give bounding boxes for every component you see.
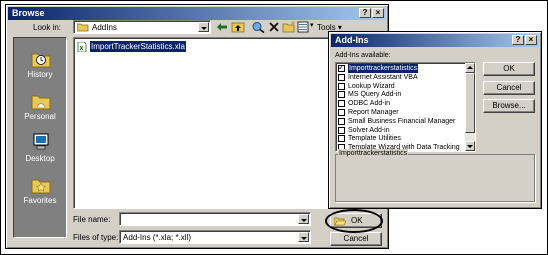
browse-titlebar[interactable]: Browse ? ×: [8, 7, 386, 20]
addin-label: Internet Assistant VBA: [348, 73, 418, 81]
desktop-icon: [33, 133, 49, 150]
addins-dialog: Add-Ins ? × Add-Ins available: Importtra…: [328, 31, 542, 209]
addins-title: Add-Ins: [335, 35, 369, 45]
scroll-thumb[interactable]: [465, 73, 475, 133]
addin-list-item[interactable]: MS Query Add-in: [338, 90, 462, 99]
look-in-value: AddIns: [92, 23, 117, 32]
addin-checkbox[interactable]: [338, 126, 345, 134]
addin-list-item[interactable]: Internet Assistant VBA: [338, 73, 462, 82]
file-name: ImportTrackerStatistics.xla: [89, 40, 187, 53]
place-label: Personal: [24, 112, 56, 121]
addin-list-item[interactable]: Importtrackerstatistics: [338, 63, 462, 73]
back-icon[interactable]: [215, 21, 229, 33]
addin-label: Template Utilities: [348, 135, 401, 143]
addin-label: Lookup Wizard: [348, 82, 395, 90]
addin-list-item[interactable]: Small Business Financial Manager: [338, 117, 462, 126]
place-label: History: [27, 70, 53, 79]
excel-addin-file-icon: [77, 42, 87, 52]
files-of-type-dropdown-arrow[interactable]: [298, 232, 309, 242]
files-of-type-label: Files of type:: [73, 233, 119, 242]
addin-checkbox[interactable]: [338, 135, 345, 143]
addin-checkbox[interactable]: [338, 117, 345, 125]
addin-description-title: Importtrackerstatistics: [338, 149, 409, 159]
addin-checkbox[interactable]: [338, 109, 345, 116]
addins-cancel-button[interactable]: Cancel: [483, 81, 535, 95]
scroll-up-button[interactable]: [465, 63, 475, 73]
addins-titlebar[interactable]: Add-Ins ? ×: [331, 34, 539, 47]
place-personal[interactable]: Personal: [14, 90, 66, 128]
addin-label: MS Query Add-in: [348, 91, 402, 99]
place-label: Favorites: [23, 196, 57, 205]
views-icon[interactable]: [297, 21, 311, 33]
look-in-combo[interactable]: AddIns: [73, 20, 211, 34]
addin-label: Report Manager: [348, 109, 399, 116]
place-favorites[interactable]: Favorites: [14, 174, 66, 212]
addins-close-button[interactable]: ×: [525, 35, 537, 45]
folder-icon: [77, 23, 89, 32]
addins-help-button[interactable]: ?: [512, 35, 524, 45]
place-history[interactable]: History: [14, 48, 66, 86]
addins-available-label: Add-Ins available:: [335, 52, 391, 59]
addin-list-item[interactable]: Lookup Wizard: [338, 82, 462, 91]
browse-help-button[interactable]: ?: [359, 8, 371, 18]
addin-checkbox[interactable]: [338, 91, 345, 99]
place-label: Desktop: [25, 154, 55, 163]
addin-list-item[interactable]: Report Manager: [338, 108, 462, 117]
favorites-icon: [31, 179, 51, 194]
addin-checkbox[interactable]: [338, 63, 345, 72]
addins-list[interactable]: ImporttrackerstatisticsInternet Assistan…: [335, 62, 476, 152]
scroll-down-button[interactable]: [465, 141, 475, 151]
file-name-input[interactable]: [119, 212, 311, 226]
look-in-dropdown-arrow[interactable]: [198, 22, 209, 32]
delete-icon[interactable]: [267, 21, 281, 33]
addins-ok-button[interactable]: OK: [483, 62, 535, 76]
ok-button-highlight-ring: [325, 209, 383, 233]
browse-close-button[interactable]: ×: [372, 8, 384, 18]
places-bar: History Personal Desktop Favorites: [13, 37, 67, 238]
history-icon: [31, 53, 51, 68]
addin-label: Solver Add-in: [348, 126, 390, 134]
addin-description-group: Importtrackerstatistics: [335, 149, 535, 202]
addin-checkbox[interactable]: [338, 100, 345, 108]
addin-list-item[interactable]: Solver Add-in: [338, 126, 462, 135]
addin-label: Small Business Financial Manager: [348, 117, 456, 125]
files-of-type-select[interactable]: Add-Ins (*.xla; *.xll): [119, 230, 311, 244]
addin-checkbox[interactable]: [338, 82, 345, 90]
addins-browse-button[interactable]: Browse...: [483, 99, 535, 113]
file-name-label: File name:: [73, 215, 111, 224]
browse-cancel-button[interactable]: Cancel: [330, 232, 382, 246]
views-dropdown-arrow[interactable]: ▾: [310, 21, 314, 29]
new-folder-icon[interactable]: [282, 21, 296, 33]
addin-label: Importtrackerstatistics: [348, 64, 419, 73]
addin-checkbox[interactable]: [338, 73, 345, 81]
look-in-label: Look in:: [33, 23, 62, 32]
files-of-type-value: Add-Ins (*.xla; *.xll): [123, 233, 192, 242]
browse-title: Browse: [12, 8, 45, 18]
addin-label: ODBC Add-in: [348, 100, 391, 108]
addins-list-scrollbar[interactable]: [465, 63, 475, 151]
file-name-dropdown-arrow[interactable]: [298, 214, 309, 224]
addin-list-item[interactable]: Template Utilities: [338, 134, 462, 143]
search-web-icon[interactable]: [251, 21, 265, 33]
up-folder-icon[interactable]: [231, 21, 245, 33]
addin-list-item[interactable]: ODBC Add-in: [338, 99, 462, 108]
place-desktop[interactable]: Desktop: [14, 132, 66, 170]
personal-folder-icon: [31, 95, 51, 110]
